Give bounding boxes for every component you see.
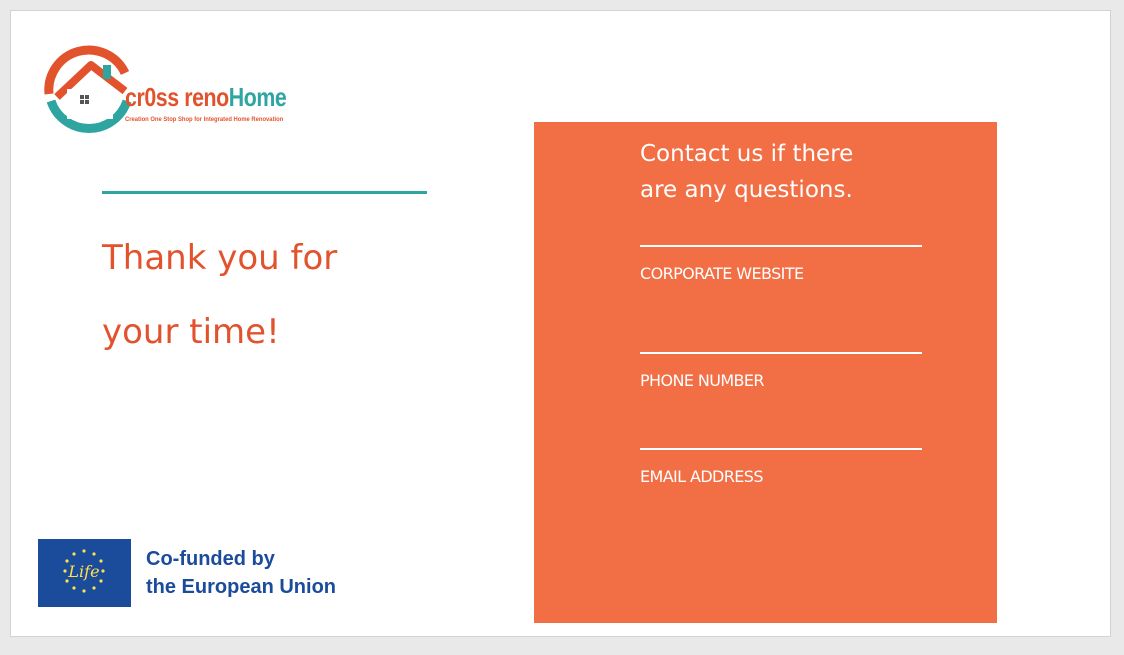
corporate-website-label: CORPORATE WEBSITE	[640, 264, 804, 283]
crossrenohome-logo: cr0ss renoHome Creation One Stop Shop fo…	[39, 39, 339, 139]
thank-you-line1: Thank you for	[102, 238, 338, 278]
eu-funding-badge: Life Co-funded by the European Union	[38, 539, 388, 609]
logo-wordmark-part2: reno	[184, 82, 229, 112]
thank-you-line2: your time!	[102, 312, 280, 352]
contact-heading-line1: Contact us if there	[640, 141, 854, 167]
thank-you-title: Thank you for your time!	[102, 221, 462, 369]
logo-wordmark: cr0ss renoHome	[125, 82, 287, 112]
email-address-label: EMAIL ADDRESS	[640, 467, 764, 486]
logo-tagline: Creation One Stop Shop for Integrated Ho…	[125, 116, 284, 123]
contact-panel: Contact us if there are any questions. C…	[534, 122, 997, 623]
contact-heading: Contact us if there are any questions.	[640, 136, 940, 208]
title-divider	[102, 191, 427, 194]
slide: cr0ss renoHome Creation One Stop Shop fo…	[10, 10, 1111, 637]
logo-wordmark-part3: Home	[228, 82, 287, 112]
eu-funding-line1: Co-funded by	[146, 548, 275, 570]
contact-website-divider	[640, 245, 922, 247]
logo-wordmark-part1: cr0ss	[125, 82, 185, 112]
house-logo-icon	[44, 45, 132, 134]
contact-email-divider	[640, 448, 922, 450]
eu-funding-line2: the European Union	[146, 576, 336, 598]
contact-phone-divider	[640, 352, 922, 354]
eu-funding-text: Co-funded by the European Union	[146, 545, 336, 601]
eu-flag-icon: Life	[38, 539, 131, 607]
eu-flag-life-text: Life	[67, 562, 99, 581]
phone-number-label: PHONE NUMBER	[640, 371, 765, 390]
contact-heading-line2: are any questions.	[640, 177, 853, 203]
